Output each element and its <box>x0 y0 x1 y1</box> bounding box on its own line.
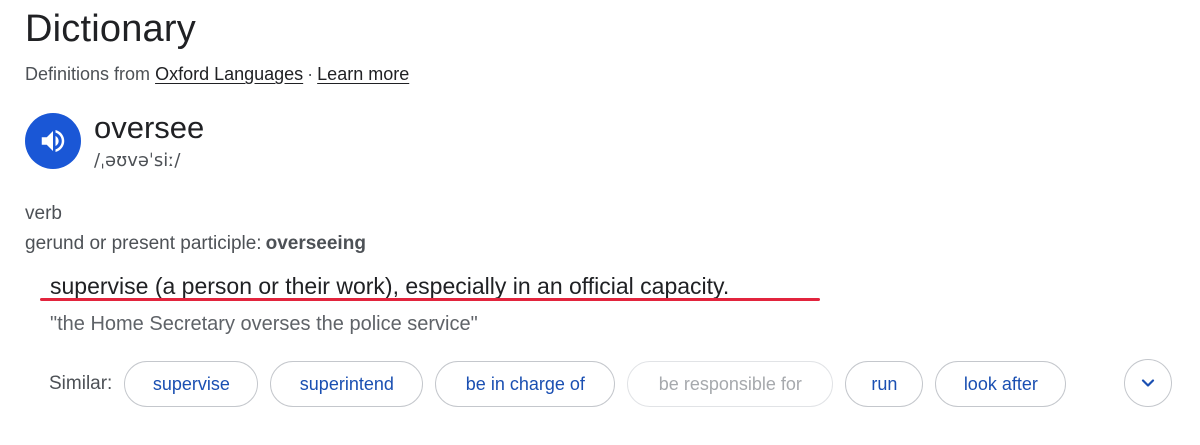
oxford-languages-link[interactable]: Oxford Languages <box>155 64 303 84</box>
gerund-label: gerund or present participle: <box>25 233 262 254</box>
volume-up-icon <box>41 130 65 152</box>
part-of-speech: verb <box>25 203 62 224</box>
similar-chip-run[interactable]: run <box>845 361 924 407</box>
separator: · <box>307 64 314 84</box>
dictionary-card: Dictionary Definitions from Oxford Langu… <box>0 0 1200 445</box>
headword: oversee <box>94 110 205 145</box>
similar-chip-be-in-charge-of[interactable]: be in charge of <box>435 361 616 407</box>
gerund-line: gerund or present participle: overseeing <box>25 233 366 255</box>
expand-similar-button[interactable] <box>1124 359 1172 407</box>
chevron-down-icon <box>1141 379 1155 387</box>
similar-chip-supervise[interactable]: supervise <box>124 361 259 407</box>
phonetic-transcription: /ˌəʊvəˈsiː/ <box>94 150 181 171</box>
pronunciation-play-button[interactable] <box>25 113 81 169</box>
similar-chip-superintend[interactable]: superintend <box>270 361 424 407</box>
similar-words-row: Similar: supervise superintend be in cha… <box>49 359 1078 409</box>
similar-chip-look-after[interactable]: look after <box>935 361 1067 407</box>
learn-more-link[interactable]: Learn more <box>317 64 409 84</box>
similar-chip-be-responsible-for[interactable]: be responsible for <box>627 361 834 407</box>
source-prefix: Definitions from <box>25 64 151 84</box>
definition-text: supervise (a person or their work), espe… <box>50 273 730 299</box>
similar-label: Similar: <box>49 373 113 394</box>
example-sentence: "the Home Secretary overses the police s… <box>50 313 478 335</box>
page-title: Dictionary <box>25 8 196 50</box>
highlight-underline <box>40 298 820 301</box>
gerund-value: overseeing <box>265 233 366 254</box>
source-line: Definitions from Oxford Languages · Learn … <box>25 64 409 85</box>
